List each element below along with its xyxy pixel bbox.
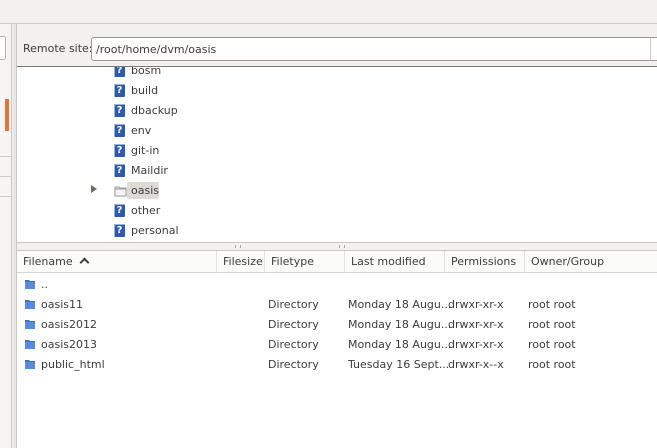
file-permissions: drwxr-xr-x — [448, 338, 504, 351]
question-folder-icon — [114, 124, 125, 137]
question-folder-icon — [114, 164, 125, 177]
splitter-grip — [235, 245, 241, 248]
expand-arrow-icon[interactable] — [91, 185, 97, 193]
file-permissions: drwxr-xr-x — [448, 298, 504, 311]
file-owner: root root — [528, 298, 576, 311]
chevron-down-icon[interactable]: ▼ — [650, 38, 657, 60]
remote-site-bar: Remote site: ▼ — [17, 32, 657, 66]
column-header-filesize[interactable]: Filesize — [217, 251, 265, 273]
tree-item[interactable]: build — [17, 81, 657, 101]
tree-list-splitter[interactable] — [17, 242, 657, 251]
folder-icon — [25, 300, 35, 309]
folder-icon — [25, 280, 35, 289]
file-name: oasis11 — [41, 298, 83, 311]
sort-ascending-icon — [79, 257, 90, 268]
tree-item[interactable]: personal — [17, 221, 657, 241]
file-owner: root root — [528, 338, 576, 351]
file-name: public_html — [41, 358, 105, 371]
tree-item-label: other — [131, 204, 161, 217]
remote-directory-tree: bosm build dbackup env git-in Maildir oa… — [17, 66, 657, 242]
tree-item-label: personal — [131, 224, 179, 237]
folder-icon — [25, 340, 35, 349]
column-header-filename[interactable]: Filename — [17, 251, 217, 273]
file-name: oasis2012 — [41, 318, 97, 331]
file-modified: Monday 18 Augu... — [348, 338, 452, 351]
top-toolbar-area — [0, 0, 657, 24]
tree-item-label: dbackup — [131, 104, 178, 117]
local-pane-separator — [0, 176, 12, 177]
splitter-grip — [339, 245, 345, 248]
column-header-last-modified[interactable]: Last modified — [345, 251, 445, 273]
folder-icon — [114, 186, 127, 197]
tree-item-label: git-in — [131, 144, 160, 157]
tree-item[interactable]: other — [17, 201, 657, 221]
file-permissions: drwxr-xr-x — [448, 318, 504, 331]
file-list-header: Filename Filesize Filetype Last modified… — [17, 251, 657, 273]
local-selection-marker — [5, 99, 9, 131]
tree-item-label: build — [131, 84, 159, 97]
file-type: Directory — [268, 338, 319, 351]
question-folder-icon — [114, 84, 125, 97]
file-row[interactable]: oasis2012 Directory Monday 18 Augu... dr… — [17, 314, 657, 334]
file-modified: Tuesday 16 Sept... — [348, 358, 450, 371]
question-folder-icon — [114, 224, 125, 237]
folder-icon — [25, 320, 35, 329]
file-name: .. — [41, 278, 48, 291]
tree-item-label: env — [131, 124, 152, 137]
file-type: Directory — [268, 318, 319, 331]
question-folder-icon — [114, 67, 125, 77]
file-row-parent[interactable]: .. — [17, 274, 657, 294]
tree-item[interactable]: bosm — [17, 66, 657, 81]
tree-item[interactable]: Maildir — [17, 161, 657, 181]
remote-site-label: Remote site: — [23, 42, 93, 55]
file-type: Directory — [268, 358, 319, 371]
tree-item-label: bosm — [131, 66, 162, 77]
file-type: Directory — [268, 298, 319, 311]
local-site-input[interactable] — [0, 36, 6, 60]
folder-icon — [25, 360, 35, 369]
local-pane-strip — [0, 24, 12, 448]
tree-item[interactable]: git-in — [17, 141, 657, 161]
tree-item[interactable]: dbackup — [17, 101, 657, 121]
file-owner: root root — [528, 318, 576, 331]
file-row[interactable]: public_html Directory Tuesday 16 Sept...… — [17, 354, 657, 374]
file-row[interactable]: oasis2013 Directory Monday 18 Augu... dr… — [17, 334, 657, 354]
local-pane-separator — [0, 196, 12, 197]
file-owner: root root — [528, 358, 576, 371]
local-pane-separator — [0, 156, 12, 157]
file-name: oasis2013 — [41, 338, 97, 351]
file-modified: Monday 18 Augu... — [348, 298, 452, 311]
file-permissions: drwxr-x--x — [448, 358, 504, 371]
question-folder-icon — [114, 104, 125, 117]
question-folder-icon — [114, 204, 125, 217]
remote-site-combobox[interactable]: ▼ — [91, 37, 657, 61]
remote-path-input[interactable] — [96, 41, 636, 57]
file-row[interactable]: oasis11 Directory Monday 18 Augu... drwx… — [17, 294, 657, 314]
column-header-filetype[interactable]: Filetype — [265, 251, 345, 273]
question-folder-icon — [114, 144, 125, 157]
remote-file-list: Filename Filesize Filetype Last modified… — [17, 251, 657, 448]
tree-item-label: Maildir — [131, 164, 168, 177]
tree-item-label: oasis — [131, 184, 159, 197]
column-header-owner-group[interactable]: Owner/Group — [525, 251, 657, 273]
tree-item[interactable]: env — [17, 121, 657, 141]
tree-item-selected[interactable]: oasis — [17, 181, 657, 201]
file-modified: Monday 18 Augu... — [348, 318, 452, 331]
column-header-permissions[interactable]: Permissions — [445, 251, 525, 273]
